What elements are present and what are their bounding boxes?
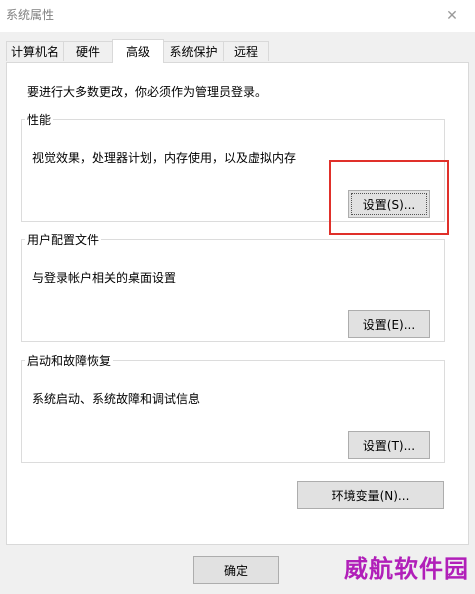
tab-remote[interactable]: 远程	[223, 41, 269, 61]
window-title: 系统属性	[6, 8, 55, 22]
user-profiles-group: 用户配置文件 与登录帐户相关的桌面设置 设置(E)...	[21, 231, 445, 342]
tab-system-protection[interactable]: 系统保护	[163, 41, 224, 61]
performance-legend: 性能	[27, 113, 52, 127]
dialog-body: 计算机名 硬件 高级 系统保护 远程 要进行大多数更改，你必须作为管理员登录。 …	[0, 32, 475, 594]
user-profiles-legend: 用户配置文件	[27, 233, 100, 247]
startup-recovery-group: 启动和故障恢复 系统启动、系统故障和调试信息 设置(T)...	[21, 352, 445, 463]
environment-variables-button[interactable]: 环境变量(N)...	[297, 481, 444, 509]
advanced-tab-panel: 要进行大多数更改，你必须作为管理员登录。 性能 视觉效果，处理器计划，内存使用，…	[6, 62, 469, 545]
tab-hardware[interactable]: 硬件	[63, 41, 113, 61]
performance-group: 性能 视觉效果，处理器计划，内存使用，以及虚拟内存 设置(S)...	[21, 111, 445, 222]
tab-computer-name[interactable]: 计算机名	[6, 41, 64, 61]
startup-recovery-legend: 启动和故障恢复	[27, 354, 112, 368]
watermark-logo: 威航软件园	[344, 555, 469, 583]
ok-button[interactable]: 确定	[193, 556, 279, 584]
user-profiles-description: 与登录帐户相关的桌面设置	[32, 271, 177, 285]
startup-recovery-description: 系统启动、系统故障和调试信息	[32, 392, 201, 406]
close-icon[interactable]: ✕	[429, 0, 475, 32]
tab-advanced[interactable]: 高级	[112, 39, 164, 63]
admin-notice: 要进行大多数更改，你必须作为管理员登录。	[27, 85, 268, 99]
performance-description: 视觉效果，处理器计划，内存使用，以及虚拟内存	[32, 151, 297, 165]
startup-recovery-settings-button[interactable]: 设置(T)...	[348, 431, 430, 459]
title-bar: 系统属性 ✕	[0, 0, 475, 32]
user-profiles-settings-button[interactable]: 设置(E)...	[348, 310, 430, 338]
performance-settings-button[interactable]: 设置(S)...	[348, 190, 430, 218]
